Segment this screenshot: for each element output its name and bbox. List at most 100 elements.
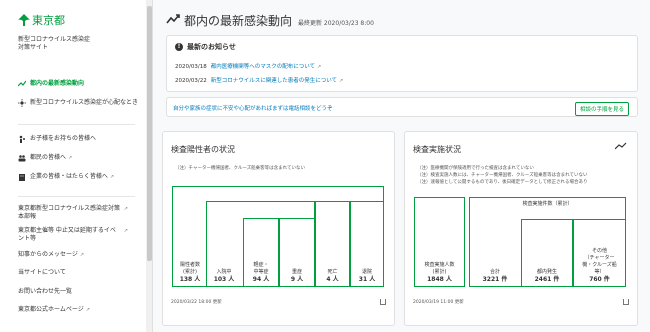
external-link-icon: ↗ <box>339 78 344 84</box>
building-icon <box>19 174 25 181</box>
deceased-label: 死亡 <box>327 269 338 275</box>
positive-total-label: 陽性者数 (累計) <box>179 262 200 275</box>
sidebar-item-label: お問い合わせ先一覧 <box>18 288 73 295</box>
mild-box: 軽症・ 中等症 94 人 <box>243 218 279 287</box>
tests-total-label: 合計 <box>489 269 500 275</box>
external-link-icon: ↗ <box>68 155 73 161</box>
share-icon[interactable] <box>623 299 629 305</box>
tests-group-label: 検査実施件数（累計） <box>522 201 573 207</box>
site-subtitle-line2: 対策サイト <box>18 44 49 51</box>
sidebar-item-latest-trends[interactable]: 都内の最新感染動向 <box>18 80 84 88</box>
card-note: （注）検査実施人数には、チャーター機帰国者、クルーズ船乗客等は含まれていない <box>417 173 588 178</box>
severe-value: 9 人 <box>290 276 304 283</box>
sidebar-item-label: 知事からのメッセージ <box>18 251 78 258</box>
logo-text: 東京都 <box>32 14 65 27</box>
sidebar-item-contact[interactable]: お問い合わせ先一覧 <box>18 288 72 296</box>
sidebar-item-label: お子様をお持ちの皆様へ <box>30 135 97 142</box>
box-label: 重症 9 人 <box>280 269 314 283</box>
sidebar-item-parents[interactable]: お子様をお持ちの皆様へ <box>18 135 96 143</box>
news-panel: ! 最新のお知らせ 2020/03/18 都内医療機関等へのマスクの配布について ↗… <box>166 35 638 92</box>
tokyo-tests-box: 都内発生 2461 件 <box>521 219 573 287</box>
box-label: 入院中 103 人 <box>207 269 241 283</box>
sidebar-item-worried[interactable]: 新型コロナウイルス感染症が心配なとき <box>18 99 138 107</box>
consult-banner: 自分や家族の症状に不安や心配があればまずは電話相談をどうぞ 相談の手順を見る <box>166 97 638 117</box>
card-title: 検査陽性者の状況 <box>171 145 235 154</box>
sidebar-divider <box>18 196 135 197</box>
external-link-icon: ↗ <box>79 252 85 258</box>
parent-icon <box>19 135 25 143</box>
scrollbar-thumb[interactable] <box>147 6 152 261</box>
discharged-label: 退院 <box>361 269 372 275</box>
news-title-text: 最新のお知らせ <box>187 43 236 51</box>
test-status-card: 検査実施状況 （注）医療機関が保険適用で行った検査は含まれていない （注）検査実… <box>404 131 638 326</box>
info-icon: ! <box>175 43 183 51</box>
sidebar: 東京都 新型コロナウイルス感染症 対策サイト 都内の最新感染動向 新型コロナウイ… <box>0 0 153 332</box>
news-item: 2020/03/22 新型コロナウイルスに関連した患者の発生について ↗ <box>175 76 343 84</box>
tokyo-tests-value: 2461 件 <box>534 276 560 283</box>
sidebar-item-governor-message[interactable]: 知事からのメッセージ ↗ <box>18 251 84 259</box>
external-link-icon: ↗ <box>123 228 128 234</box>
external-link-icon: ↗ <box>85 307 90 313</box>
sidebar-item-label: 新型コロナウイルス感染症が心配なとき <box>30 99 139 106</box>
trend-icon <box>615 142 627 150</box>
page-header: 都内の最新感染動向 最終更新 2020/03/23 8:00 <box>166 12 374 29</box>
positive-total-value: 138 人 <box>179 276 201 283</box>
site-subtitle-line1: 新型コロナウイルス感染症 <box>18 36 91 43</box>
sidebar-item-label: 都内の最新感染動向 <box>30 80 85 87</box>
hospitalized-value: 103 人 <box>213 276 235 283</box>
box-label: 検査実施人数 (累計) 1848 人 <box>415 262 464 283</box>
site-subtitle: 新型コロナウイルス感染症 対策サイト <box>18 36 90 52</box>
news-date: 2020/03/18 <box>175 64 207 70</box>
discharged-value: 31 人 <box>358 276 376 283</box>
sidebar-item-label: 東京都新型コロナウイルス感染症対策本部報 <box>18 205 121 220</box>
tested-people-label: 検査実施人数 (累計) <box>424 262 455 275</box>
sidebar-item-task-force[interactable]: 東京都新型コロナウイルス感染症対策本部報 ↗ <box>18 205 128 221</box>
chart-icon <box>18 80 26 87</box>
sun-icon <box>18 99 26 107</box>
news-link[interactable]: 新型コロナウイルスに関連した患者の発生について <box>211 78 337 84</box>
other-tests-value: 760 件 <box>589 276 610 283</box>
severe-label: 重症 <box>291 269 302 275</box>
tokyo-tests-label: 都内発生 <box>536 269 557 275</box>
last-updated: 最終更新 2020/03/23 8:00 <box>298 20 374 27</box>
box-label: 合計 3221 件 <box>470 269 520 283</box>
sidebar-item-label: 東京都公式ホームページ <box>18 306 84 313</box>
box-label: 都内発生 2461 件 <box>522 269 572 283</box>
sidebar-scrollbar[interactable] <box>146 0 152 332</box>
card-title: 検査実施状況 <box>413 145 461 154</box>
tokyo-logo-icon <box>18 14 30 26</box>
card-note: （注）チャーター機帰国者、クルーズ船乗客等は含まれていない <box>175 166 305 171</box>
box-label: 死亡 4 人 <box>316 269 349 283</box>
card-note: （注）医療機関が保険適用で行った検査は含まれていない <box>417 166 534 171</box>
sidebar-item-business[interactable]: 企業の皆様・はたらく皆様へ ↗ <box>18 173 114 181</box>
share-icon[interactable] <box>380 299 386 305</box>
tested-people-box: 検査実施人数 (累計) 1848 人 <box>414 197 465 287</box>
sidebar-item-citizens[interactable]: 都民の皆様へ ↗ <box>18 154 72 162</box>
external-link-icon: ↗ <box>109 174 115 180</box>
chart-icon <box>166 14 180 24</box>
mild-label: 軽症・ 中等症 <box>253 262 269 275</box>
discharged-box: 退院 31 人 <box>350 201 384 287</box>
sidebar-item-events[interactable]: 東京都主催等 中止又は延期するイベント等 ↗ <box>18 227 128 243</box>
sidebar-item-official-site[interactable]: 東京都公式ホームページ ↗ <box>18 306 90 314</box>
consult-steps-button[interactable]: 相談の手順を見る <box>574 102 629 116</box>
other-tests-box: その他 （チャーター 機・クルーズ船 等） 760 件 <box>573 219 626 287</box>
mild-value: 94 人 <box>252 276 270 283</box>
sidebar-item-about[interactable]: 当サイトについて <box>18 269 66 277</box>
external-link-icon: ↗ <box>123 206 128 212</box>
external-link-icon: ↗ <box>317 64 322 70</box>
tested-people-value: 1848 人 <box>427 276 452 283</box>
news-link[interactable]: 都内医療機関等へのマスクの配布について <box>211 64 315 70</box>
deceased-box: 死亡 4 人 <box>315 201 350 287</box>
severe-box: 重症 9 人 <box>279 218 315 287</box>
sidebar-item-label: 当サイトについて <box>18 269 66 276</box>
news-date: 2020/03/22 <box>175 78 207 84</box>
sidebar-divider <box>18 124 135 125</box>
deceased-value: 4 人 <box>326 276 339 283</box>
sidebar-item-label: 都民の皆様へ <box>30 154 67 161</box>
box-label: 陽性者数 (累計) 138 人 <box>173 262 207 283</box>
tests-total-value: 3221 件 <box>482 276 508 283</box>
consult-link[interactable]: 自分や家族の症状に不安や心配があればまずは電話相談をどうぞ <box>173 104 333 112</box>
news-item: 2020/03/18 都内医療機関等へのマスクの配布について ↗ <box>175 62 321 70</box>
site-logo[interactable]: 東京都 <box>18 12 65 28</box>
